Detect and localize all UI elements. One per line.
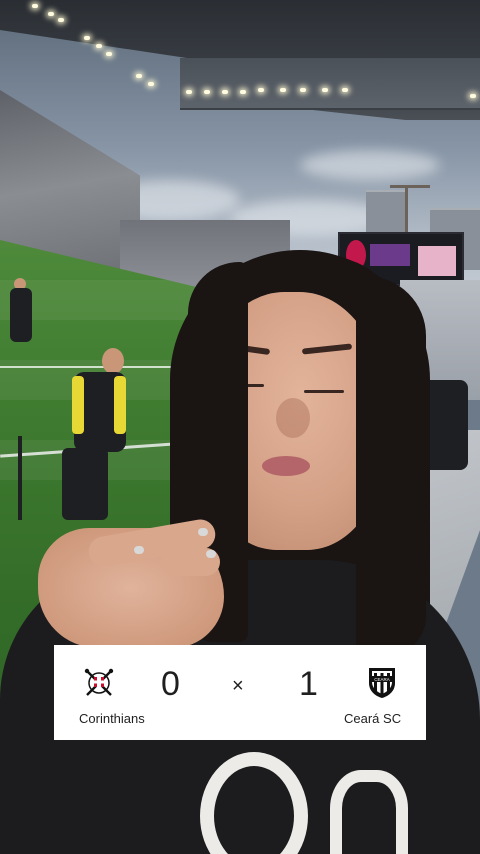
barrier-post: [18, 436, 22, 520]
steward-vest: [72, 376, 84, 434]
floodlight: [240, 90, 246, 94]
stadium-roof-band: [180, 58, 480, 110]
score-separator: ×: [232, 675, 244, 697]
floodlight: [96, 44, 102, 48]
floodlight: [32, 4, 38, 8]
floodlight: [322, 88, 328, 92]
person-on-pitch: [10, 288, 32, 342]
svg-text:CEARA: CEARA: [374, 677, 390, 682]
nose: [276, 398, 310, 438]
fingernail: [206, 550, 216, 558]
floodlight: [186, 90, 192, 94]
floodlight: [470, 94, 476, 98]
sweater-print: [330, 770, 408, 854]
floodlight: [148, 82, 154, 86]
corinthians-crest-icon: [84, 668, 114, 696]
steward-head: [102, 348, 124, 374]
crane: [390, 185, 430, 188]
steward-legs: [62, 448, 108, 520]
floodlight: [258, 88, 264, 92]
away-team-score: 1: [299, 665, 318, 703]
floodlight: [342, 88, 348, 92]
floodlight: [58, 18, 64, 22]
fingernail: [198, 528, 208, 536]
score-overlay-card: Corinthians 0 × 1 CEARA Ceará SC: [54, 645, 426, 740]
floodlight: [84, 36, 90, 40]
ceara-crest-icon: CEARA: [369, 668, 395, 698]
floodlight: [106, 52, 112, 56]
closed-eye: [304, 390, 344, 393]
floodlight: [222, 90, 228, 94]
woman-hair-right: [356, 276, 426, 656]
mouth: [262, 456, 310, 476]
floodlight: [136, 74, 142, 78]
video-frame: Corinthians 0 × 1 CEARA Ceará SC: [0, 0, 480, 854]
floodlight: [280, 88, 286, 92]
floodlight: [48, 12, 54, 16]
cloud: [300, 150, 440, 180]
floodlight: [204, 90, 210, 94]
steward-vest: [114, 376, 126, 434]
home-team-score: 0: [161, 665, 180, 703]
home-team-name: Corinthians: [79, 711, 145, 726]
away-team-name: Ceará SC: [344, 711, 402, 726]
floodlight: [300, 88, 306, 92]
fingernail: [134, 546, 144, 554]
